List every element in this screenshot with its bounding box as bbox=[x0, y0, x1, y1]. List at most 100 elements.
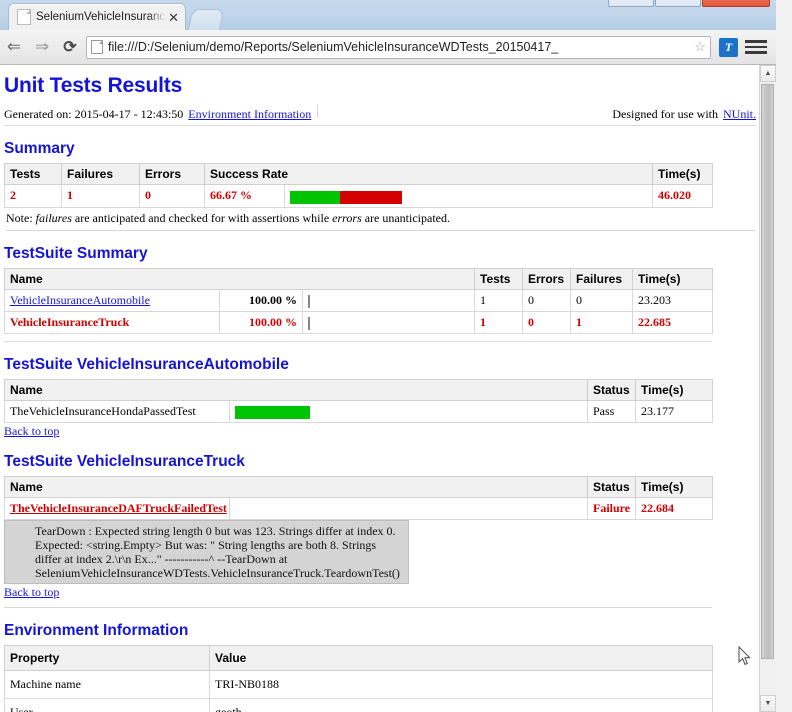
suite-errors-value: 0 bbox=[522, 288, 571, 312]
column-header-name: Name bbox=[4, 267, 475, 290]
column-header-name: Name bbox=[4, 378, 588, 401]
tab-selenium-vehicle-insurance[interactable]: SeleniumVehicleInsurance ✕ bbox=[8, 3, 186, 30]
test-status-value: Failure bbox=[587, 496, 636, 520]
suite-truck-table: Name Status Time(s) TheVehicleInsuranceD… bbox=[4, 475, 713, 520]
address-bar[interactable]: file:///D:/Selenium/demo/Reports/Seleniu… bbox=[86, 35, 711, 59]
test-result-bar-cell bbox=[229, 496, 588, 520]
environment-table: Property Value Machine name TRI-NB0188 U… bbox=[4, 644, 713, 712]
bookmark-star-icon[interactable]: ☆ bbox=[691, 39, 706, 55]
suite-errors-value: 0 bbox=[522, 310, 571, 334]
success-bar-green bbox=[290, 190, 340, 204]
close-tab-icon[interactable]: ✕ bbox=[166, 11, 181, 24]
column-header-failures: Failures bbox=[570, 267, 633, 290]
rate-bar-tick bbox=[308, 294, 310, 308]
test-name-value: TheVehicleInsuranceHondaPassedTest bbox=[4, 399, 230, 423]
column-header-value: Value bbox=[209, 644, 713, 671]
test-status-value: Pass bbox=[587, 399, 636, 423]
failure-stacktrace: TearDown : Expected string length 0 but … bbox=[4, 519, 409, 584]
column-header-time: Time(s) bbox=[652, 163, 714, 185]
column-header-failures: Failures bbox=[61, 163, 140, 185]
nunit-report: Unit Tests Results Generated on: 2015-04… bbox=[0, 65, 760, 712]
testsuite-summary-heading: TestSuite Summary bbox=[4, 244, 148, 262]
table-row: User geoth bbox=[4, 697, 713, 712]
summary-failures-value: 1 bbox=[61, 184, 140, 208]
suite-time-value: 22.685 bbox=[632, 310, 713, 334]
back-to-top-wrap: Back to top bbox=[4, 424, 756, 439]
extension-icon[interactable]: T bbox=[719, 37, 738, 57]
back-icon[interactable]: ⇐ bbox=[0, 33, 28, 61]
test-name-cell: TheVehicleInsuranceDAFTruckFailedTest bbox=[4, 496, 230, 520]
suite-failures-value: 1 bbox=[570, 310, 633, 334]
browser-window: SeleniumVehicleInsurance ✕ ⇐ ⇒ ⟳ file://… bbox=[0, 0, 776, 712]
scroll-up-arrow-icon[interactable]: ▲ bbox=[760, 65, 776, 82]
note-italic-failures: failures bbox=[35, 210, 72, 225]
table-row: VehicleInsuranceAutomobile 100.00 % 1 0 … bbox=[4, 288, 713, 312]
env-property-value: TRI-NB0188 bbox=[209, 669, 713, 699]
test-time-value: 22.684 bbox=[635, 496, 713, 520]
note-italic-errors: errors bbox=[332, 210, 362, 225]
tab-strip: SeleniumVehicleInsurance ✕ bbox=[0, 1, 776, 31]
url-text: file:///D:/Selenium/demo/Reports/Seleniu… bbox=[108, 40, 559, 54]
reload-icon[interactable]: ⟳ bbox=[56, 33, 84, 61]
suite-automobile-heading: TestSuite VehicleInsuranceAutomobile bbox=[4, 355, 289, 373]
success-rate-bar-cell bbox=[283, 184, 654, 208]
nunit-link[interactable]: NUnit. bbox=[723, 107, 756, 122]
failed-test-link[interactable]: TheVehicleInsuranceDAFTruckFailedTest bbox=[10, 501, 227, 515]
column-header-status: Status bbox=[587, 378, 636, 401]
suite-link-automobile[interactable]: VehicleInsuranceAutomobile bbox=[10, 293, 150, 307]
browser-toolbar: ⇐ ⇒ ⟳ file:///D:/Selenium/demo/Reports/S… bbox=[0, 30, 776, 65]
environment-heading: Environment Information bbox=[4, 621, 189, 639]
menu-bar-line bbox=[745, 51, 767, 54]
page-viewport: Unit Tests Results Generated on: 2015-04… bbox=[0, 65, 776, 712]
new-tab-button[interactable] bbox=[187, 9, 225, 31]
summary-success-rate-value: 66.67 % bbox=[204, 184, 285, 208]
scroll-down-arrow-icon[interactable]: ▼ bbox=[760, 695, 776, 712]
scrollbar-thumb[interactable] bbox=[761, 84, 774, 659]
column-header-time: Time(s) bbox=[635, 475, 713, 498]
summary-table: Tests Failures Errors Success Rate Time(… bbox=[4, 163, 714, 208]
suite-label-truck[interactable]: VehicleInsuranceTruck bbox=[10, 315, 129, 329]
table-row: 2 1 0 66.67 % 46.020 bbox=[4, 184, 714, 208]
environment-information-link[interactable]: Environment Information bbox=[188, 107, 311, 122]
back-to-top-link[interactable]: Back to top bbox=[4, 585, 59, 599]
designed-for-text: Designed for use with bbox=[612, 107, 718, 121]
table-row: TheVehicleInsuranceDAFTruckFailedTest Fa… bbox=[4, 496, 713, 520]
report-meta-line: Generated on: 2015-04-17 - 12:43:50 Envi… bbox=[4, 104, 756, 126]
table-header-row: Name Tests Errors Failures Time(s) bbox=[4, 267, 713, 290]
meta-divider bbox=[317, 104, 606, 118]
summary-tests-value: 2 bbox=[4, 184, 62, 208]
file-document-icon bbox=[91, 40, 103, 54]
summary-time-value: 46.020 bbox=[652, 184, 714, 208]
menu-bar-line bbox=[745, 40, 767, 43]
suite-rate-value: 100.00 % bbox=[219, 310, 303, 334]
table-header-row: Tests Failures Errors Success Rate Time(… bbox=[4, 163, 714, 185]
column-header-status: Status bbox=[587, 475, 636, 498]
hamburger-menu-icon[interactable] bbox=[745, 36, 767, 58]
success-bar-red bbox=[340, 190, 402, 204]
back-to-top-link[interactable]: Back to top bbox=[4, 424, 59, 438]
table-header-row: Name Status Time(s) bbox=[4, 378, 713, 401]
suite-rate-bar-cell bbox=[302, 288, 475, 312]
column-header-errors: Errors bbox=[522, 267, 571, 290]
section-divider bbox=[4, 606, 712, 608]
page-scrollbar[interactable]: ▲ ▼ bbox=[759, 65, 776, 712]
column-header-success-rate: Success Rate bbox=[203, 163, 654, 185]
suite-tests-value: 1 bbox=[474, 310, 523, 334]
page-title: Unit Tests Results bbox=[4, 74, 183, 97]
forward-icon[interactable]: ⇒ bbox=[28, 33, 56, 61]
test-result-bar-cell bbox=[229, 399, 588, 423]
suite-automobile-table: Name Status Time(s) TheVehicleInsuranceH… bbox=[4, 378, 713, 423]
test-time-value: 23.177 bbox=[635, 399, 713, 423]
suite-name-cell: VehicleInsuranceTruck bbox=[4, 310, 220, 334]
note-suffix: are unanticipated. bbox=[364, 210, 450, 225]
suite-rate-value: 100.00 % bbox=[219, 288, 303, 312]
suite-tests-value: 1 bbox=[474, 288, 523, 312]
summary-errors-value: 0 bbox=[139, 184, 205, 208]
suite-name-cell: VehicleInsuranceAutomobile bbox=[4, 288, 220, 312]
column-header-tests: Tests bbox=[474, 267, 523, 290]
menu-bar-line bbox=[745, 45, 767, 49]
column-header-time: Time(s) bbox=[632, 267, 713, 290]
pass-bar-green bbox=[235, 405, 310, 419]
table-row: TheVehicleInsuranceHondaPassedTest Pass … bbox=[4, 399, 713, 423]
success-rate-bar bbox=[290, 189, 402, 204]
